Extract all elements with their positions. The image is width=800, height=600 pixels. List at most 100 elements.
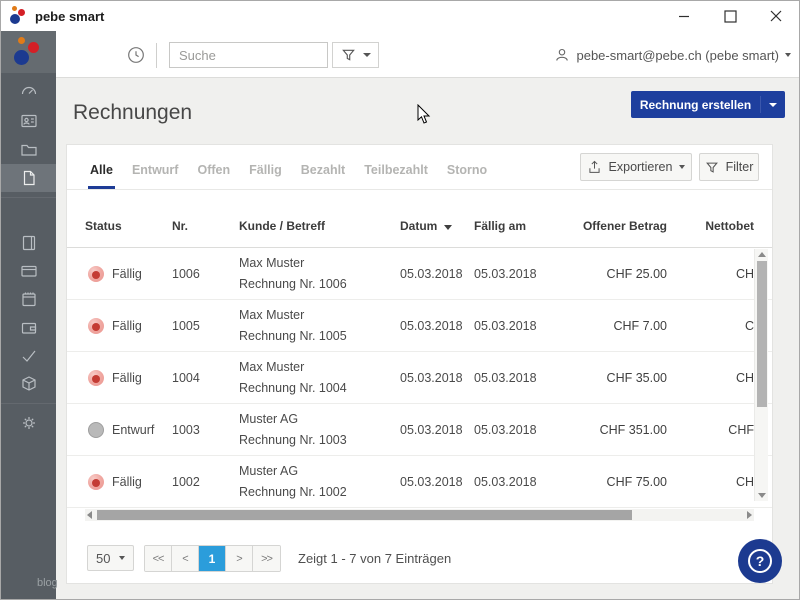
minimize-button[interactable] (661, 1, 707, 31)
customer-name: Max Muster (239, 256, 304, 270)
due-date: 05.03.2018 (474, 352, 537, 404)
open-amount: CHF 35.00 (547, 352, 667, 404)
invoice-number: 1006 (172, 248, 200, 300)
column-datum[interactable]: Datum (400, 219, 452, 233)
sidebar-item-ledger[interactable] (1, 229, 56, 257)
page-1-button[interactable]: 1 (199, 546, 226, 571)
table-row[interactable]: Fällig 1005 Max Muster Rechnung Nr. 1005… (67, 300, 772, 352)
invoice-subject: Rechnung Nr. 1006 (239, 277, 347, 291)
search-filter-button[interactable] (332, 42, 379, 68)
pagination-info: Zeigt 1 - 7 von 7 Einträgen (298, 551, 451, 566)
invoice-number: 1004 (172, 352, 200, 404)
sidebar-item-dashboard[interactable] (1, 77, 56, 105)
status-entwurf-icon (88, 422, 104, 438)
column-offener-betrag[interactable]: Offener Betrag (547, 219, 667, 233)
create-invoice-label: Rechnung erstellen (631, 98, 760, 112)
question-mark-icon: ? (748, 549, 772, 573)
user-menu[interactable]: pebe-smart@pebe.ch (pebe smart) (554, 43, 791, 67)
funnel-icon (341, 47, 356, 63)
column-faellig-am[interactable]: Fällig am (474, 219, 526, 233)
tab-entwurf[interactable]: Entwurf (130, 163, 181, 189)
vertical-scroll-thumb[interactable] (757, 261, 767, 407)
funnel-icon (705, 160, 719, 175)
user-icon (554, 47, 570, 63)
close-button[interactable] (753, 1, 799, 31)
status-label: Fällig (112, 456, 142, 508)
page-size-select[interactable]: 50 (87, 545, 134, 571)
create-invoice-button[interactable]: Rechnung erstellen (631, 91, 785, 118)
horizontal-scroll-thumb[interactable] (97, 510, 632, 520)
status-label: Fällig (112, 248, 142, 300)
status-label: Fällig (112, 352, 142, 404)
invoice-table-body: Fällig 1006 Max Muster Rechnung Nr. 1006… (67, 248, 772, 508)
tab-bezahlt[interactable]: Bezahlt (299, 163, 347, 189)
table-row[interactable]: Fällig 1002 Muster AG Rechnung Nr. 1002 … (67, 456, 772, 508)
net-amount-clipped: CH (692, 456, 754, 508)
table-row[interactable]: Entwurf 1003 Muster AG Rechnung Nr. 1003… (67, 404, 772, 456)
sidebar-item-calendar[interactable] (1, 285, 56, 313)
column-status[interactable]: Status (85, 219, 122, 233)
net-amount-clipped: CH (692, 352, 754, 404)
vertical-scrollbar[interactable] (754, 249, 768, 501)
horizontal-scrollbar[interactable] (85, 509, 754, 521)
first-page-button[interactable]: << (145, 546, 172, 571)
table-row[interactable]: Fällig 1006 Max Muster Rechnung Nr. 1006… (67, 248, 772, 300)
sidebar-item-invoices[interactable] (1, 164, 56, 192)
scroll-up-icon[interactable] (758, 252, 766, 257)
chevron-down-icon (785, 53, 791, 57)
tab-faellig[interactable]: Fällig (247, 163, 284, 189)
toolbar-divider (156, 43, 157, 68)
scroll-down-icon[interactable] (758, 493, 766, 498)
customer-name: Max Muster (239, 360, 304, 374)
sidebar-logo-icon[interactable] (1, 31, 56, 73)
invoice-date: 05.03.2018 (400, 300, 463, 352)
pager: << < 1 > >> (144, 545, 281, 572)
filter-button[interactable]: Filter (699, 153, 759, 181)
invoice-subject: Rechnung Nr. 1004 (239, 381, 347, 395)
search-input[interactable] (169, 42, 328, 68)
sidebar-item-banking[interactable] (1, 257, 56, 285)
help-button[interactable]: ? (738, 539, 782, 583)
create-invoice-dropdown[interactable] (761, 103, 785, 107)
column-nettobetrag[interactable]: Nettobet (689, 219, 754, 233)
due-date: 05.03.2018 (474, 456, 537, 508)
customer-name: Muster AG (239, 412, 298, 426)
invoice-list-card: Alle Entwurf Offen Fällig Bezahlt Teilbe… (66, 144, 773, 584)
column-nr[interactable]: Nr. (172, 219, 188, 233)
window-title: pebe smart (35, 9, 104, 24)
title-bar: pebe smart (1, 1, 799, 31)
table-row[interactable]: Fällig 1004 Max Muster Rechnung Nr. 1004… (67, 352, 772, 404)
column-kunde-betreff[interactable]: Kunde / Betreff (239, 219, 325, 233)
history-clock-icon[interactable] (124, 43, 148, 67)
invoice-date: 05.03.2018 (400, 352, 463, 404)
filter-label: Filter (726, 160, 754, 174)
sidebar-item-folder[interactable] (1, 136, 56, 164)
calendar-icon (19, 289, 39, 309)
invoice-subject: Rechnung Nr. 1002 (239, 485, 347, 499)
prev-page-button[interactable]: < (172, 546, 199, 571)
invoice-number: 1005 (172, 300, 200, 352)
tab-alle[interactable]: Alle (88, 163, 115, 189)
maximize-button[interactable] (707, 1, 753, 31)
status-faellig-icon (88, 318, 104, 334)
tasks-check-icon (19, 346, 39, 366)
invoice-subject: Rechnung Nr. 1003 (239, 433, 347, 447)
tab-offen[interactable]: Offen (195, 163, 232, 189)
sidebar-item-contacts[interactable] (1, 107, 56, 135)
sidebar-item-products[interactable] (1, 370, 56, 398)
sidebar-item-wallet[interactable] (1, 314, 56, 342)
bank-card-icon (19, 261, 39, 281)
sidebar-item-settings[interactable] (1, 409, 56, 437)
net-amount-clipped: C (692, 300, 754, 352)
next-page-button[interactable]: > (226, 546, 253, 571)
tab-teilbezahlt[interactable]: Teilbezahlt (362, 163, 430, 189)
last-page-button[interactable]: >> (253, 546, 280, 571)
sidebar-item-tasks[interactable] (1, 342, 56, 370)
tab-storno[interactable]: Storno (445, 163, 489, 189)
status-faellig-icon (88, 266, 104, 282)
blog-label[interactable]: blog (37, 577, 58, 589)
scroll-left-icon[interactable] (87, 511, 92, 519)
export-button[interactable]: Exportieren (580, 153, 692, 181)
due-date: 05.03.2018 (474, 248, 537, 300)
scroll-right-icon[interactable] (747, 511, 752, 519)
